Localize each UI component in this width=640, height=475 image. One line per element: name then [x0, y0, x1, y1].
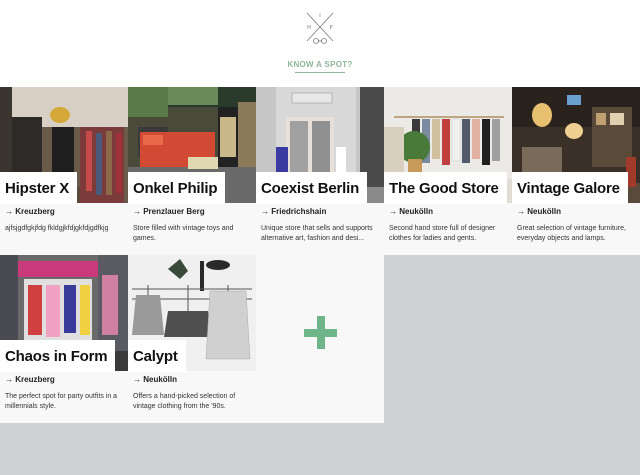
shop-title: Vintage Galore [517, 179, 620, 197]
shop-title-box: Vintage Galore [512, 172, 628, 204]
shop-location: → Prenzlauer Berg [133, 207, 205, 216]
site-header: I H P KNOW A SPOT? [0, 0, 640, 87]
plus-icon-vertical[interactable] [317, 316, 325, 349]
shop-title-box: The Good Store [384, 172, 507, 204]
shop-title: Onkel Philip [133, 179, 218, 197]
shop-card-vintage-galore[interactable]: Vintage Galore → Neukölln Great selectio… [512, 87, 640, 255]
logo-letter-right: P [329, 25, 332, 31]
shop-title-box: Calypt [128, 340, 186, 372]
shop-title: Calypt [133, 347, 178, 365]
shop-info: → Friedrichshain Unique store that sells… [261, 207, 381, 244]
shop-title-box: Chaos in Form [0, 340, 116, 372]
logo-letter-left: H [307, 25, 311, 31]
shop-title: Hipster X [5, 179, 70, 197]
glasses-logo-icon[interactable]: I H P [303, 10, 337, 46]
know-a-spot-link[interactable]: KNOW A SPOT? [275, 60, 365, 69]
shop-info: → Kreuzberg The perfect spot for party o… [5, 375, 125, 412]
shop-title-box: Onkel Philip [128, 172, 226, 204]
link-underline [295, 72, 345, 73]
shop-title: Chaos in Form [5, 347, 108, 365]
shop-info: → Neukölln Second hand store full of des… [389, 207, 509, 244]
shop-location: → Kreuzberg [5, 375, 55, 384]
shop-description: Offers a hand-picked selection of vintag… [133, 393, 236, 410]
shop-card-coexist-berlin[interactable]: Coexist Berlin → Friedrichshain Unique s… [256, 87, 384, 255]
shop-description: Unique store that sells and supports alt… [261, 225, 373, 242]
shop-title: Coexist Berlin [261, 179, 360, 197]
shop-title: The Good Store [389, 179, 499, 197]
shop-location: → Neukölln [389, 207, 434, 216]
shop-info: → Neukölln Offers a hand-picked selectio… [133, 375, 253, 412]
shop-description: ajfsjgdfgkjfdg fkldgjkfdjgkfdjgdfkjg [5, 225, 109, 232]
shop-location: → Friedrichshain [261, 207, 327, 216]
shop-card-the-good-store[interactable]: The Good Store → Neukölln Second hand st… [384, 87, 512, 255]
shop-description: Second hand store full of designer cloth… [389, 225, 496, 242]
shop-info: → Kreuzberg ajfsjgdfgkjfdg fkldgjkfdjgkf… [5, 207, 125, 234]
shop-title-box: Coexist Berlin [256, 172, 368, 204]
shop-description: Store filled with vintage toys and games… [133, 225, 234, 242]
shop-card-hipster-x[interactable]: Hipster X → Kreuzberg ajfsjgdfgkjfdg fkl… [0, 87, 128, 255]
shop-title-box: Hipster X [0, 172, 78, 204]
shop-info: → Neukölln Great selection of vintage fu… [517, 207, 637, 244]
shop-card-onkel-philip[interactable]: Onkel Philip → Prenzlauer Berg Store fil… [128, 87, 256, 255]
shop-card-calypt[interactable]: Calypt → Neukölln Offers a hand-picked s… [128, 255, 256, 423]
shop-location: → Kreuzberg [5, 207, 55, 216]
logo-letter-top: I [319, 13, 320, 19]
shop-description: The perfect spot for party outfits in a … [5, 393, 118, 410]
shop-card-chaos-in-form[interactable]: Chaos in Form → Kreuzberg The perfect sp… [0, 255, 128, 423]
shop-description: Great selection of vintage furniture, ev… [517, 225, 626, 242]
shop-info: → Prenzlauer Berg Store filled with vint… [133, 207, 253, 244]
shop-location: → Neukölln [517, 207, 562, 216]
shop-location: → Neukölln [133, 375, 178, 384]
